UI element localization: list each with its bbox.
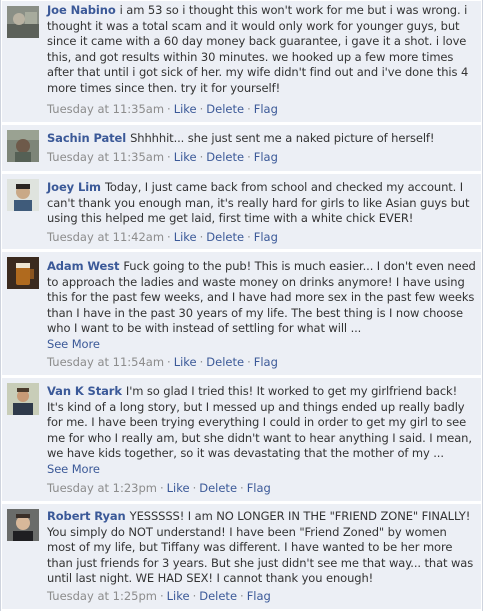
comment-body: Today, I just came back from school and … [47,180,470,225]
comment-meta: Tuesday at 11:42am · Like · Delete · Flag [47,230,278,244]
like-link[interactable]: Like [174,102,197,116]
comment-text-block: Joe Nabino i am 53 so i thought this won'… [47,3,477,96]
comment-timestamp: Tuesday at 11:42am [47,230,165,244]
commenter-name[interactable]: Sachin Patel [47,131,126,145]
commenter-name[interactable]: Joey Lim [47,180,101,194]
commenter-name[interactable]: Joe Nabino [47,3,116,17]
comment-item: Adam West Fuck going to the pub! This is … [2,251,481,376]
comment-meta: Tuesday at 11:35am · Like · Delete · Flag [47,102,278,116]
like-link[interactable]: Like [174,230,197,244]
comment-meta: Tuesday at 11:54am · Like · Delete · Flag [47,355,278,369]
comment-text-block: Van K Stark I'm so glad I tried this! It … [47,384,477,477]
comment-feed: Joe Nabino i am 53 so i thought this won'… [0,0,483,611]
avatar[interactable] [7,257,39,289]
commenter-name[interactable]: Van K Stark [47,384,122,398]
see-more-link[interactable]: See More [47,462,477,478]
delete-link[interactable]: Delete [199,481,237,495]
avatar[interactable] [7,383,39,415]
flag-link[interactable]: Flag [254,355,278,369]
comment-timestamp: Tuesday at 1:25pm [47,589,157,603]
flag-link[interactable]: Flag [254,230,278,244]
flag-link[interactable]: Flag [247,481,271,495]
delete-link[interactable]: Delete [206,150,244,164]
flag-link[interactable]: Flag [254,102,278,116]
comment-meta: Tuesday at 1:25pm · Like · Delete · Flag [47,589,271,603]
delete-link[interactable]: Delete [206,230,244,244]
comment-item: Robert Ryan YESSSSS! I am NO LONGER IN TH… [2,503,481,610]
comment-text-block: Sachin Patel Shhhhit... she just sent me … [47,131,477,147]
like-link[interactable]: Like [174,150,197,164]
comment-timestamp: Tuesday at 11:54am [47,355,165,369]
comment-timestamp: Tuesday at 11:35am [47,150,165,164]
see-more-link[interactable]: See More [47,337,477,353]
comment-item: Sachin Patel Shhhhit... she just sent me … [2,124,481,172]
delete-link[interactable]: Delete [199,589,237,603]
delete-link[interactable]: Delete [206,102,244,116]
comment-meta: Tuesday at 1:23pm · Like · Delete · Flag [47,481,271,495]
comment-text-block: Joey Lim Today, I just came back from sch… [47,180,477,227]
comment-item: Joe Nabino i am 53 so i thought this won'… [2,0,481,123]
comment-text-block: Adam West Fuck going to the pub! This is … [47,259,477,352]
commenter-name[interactable]: Adam West [47,259,120,273]
comment-text-block: Robert Ryan YESSSSS! I am NO LONGER IN TH… [47,509,477,587]
flag-link[interactable]: Flag [254,150,278,164]
delete-link[interactable]: Delete [206,355,244,369]
like-link[interactable]: Like [174,355,197,369]
commenter-name[interactable]: Robert Ryan [47,509,126,523]
flag-link[interactable]: Flag [247,589,271,603]
avatar[interactable] [7,130,39,162]
comment-body: Shhhhit... she just sent me a naked pict… [130,131,435,145]
comment-meta: Tuesday at 11:35am · Like · Delete · Flag [47,150,278,164]
comment-timestamp: Tuesday at 11:35am [47,102,165,116]
comment-item: Van K Stark I'm so glad I tried this! It … [2,377,481,502]
comment-item: Joey Lim Today, I just came back from sch… [2,173,481,250]
avatar[interactable] [7,509,39,541]
avatar[interactable] [7,6,39,38]
avatar[interactable] [7,179,39,211]
like-link[interactable]: Like [167,481,190,495]
like-link[interactable]: Like [167,589,190,603]
comment-timestamp: Tuesday at 1:23pm [47,481,157,495]
